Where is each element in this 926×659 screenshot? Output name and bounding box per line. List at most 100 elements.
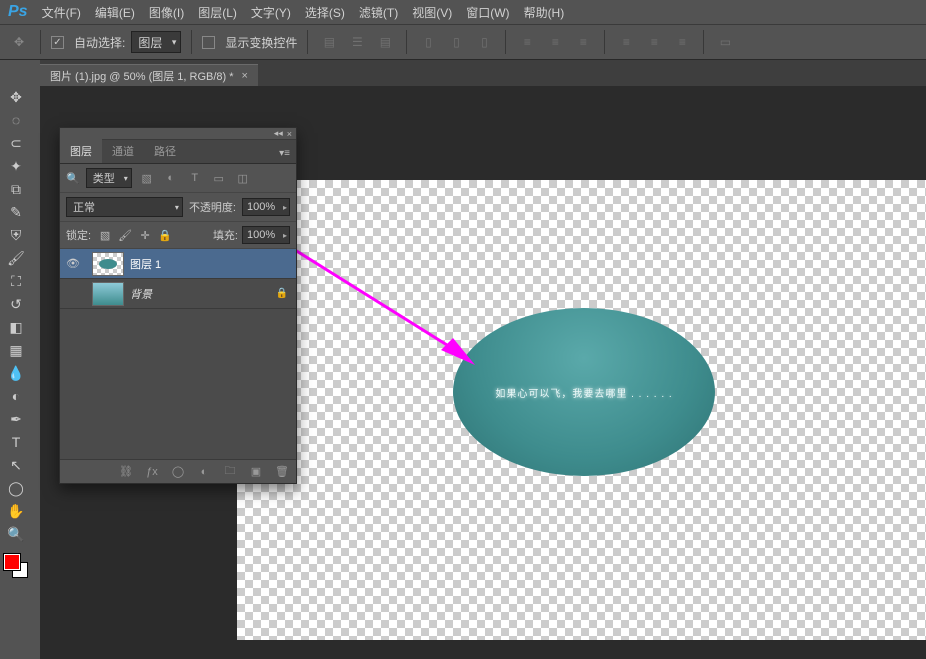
document-tab[interactable]: 图片 (1).jpg @ 50% (图层 1, RGB/8) * × bbox=[40, 64, 258, 86]
menu-file[interactable]: 文件(F) bbox=[42, 4, 81, 21]
layer-row-1[interactable]: 👁 图层 1 bbox=[60, 249, 296, 279]
brush-tool[interactable]: 🖌 bbox=[2, 247, 30, 269]
zoom-tool[interactable]: 🔍 bbox=[2, 523, 30, 545]
stamp-tool[interactable]: ⛶ bbox=[2, 270, 30, 292]
align-vmid-icon[interactable]: ☰ bbox=[346, 31, 368, 53]
layer-mask-icon[interactable]: ◯ bbox=[170, 465, 186, 478]
align-left-icon[interactable]: ▯ bbox=[417, 31, 439, 53]
show-transform-label: 显示变换控件 bbox=[225, 34, 297, 51]
close-tab-icon[interactable]: × bbox=[242, 70, 248, 82]
filter-shape-icon[interactable]: ▭ bbox=[210, 169, 228, 187]
eraser-tool[interactable]: ◧ bbox=[2, 316, 30, 338]
lock-fill-row: 锁定: ▧ 🖌 ✛ 🔒 填充: 100% bbox=[60, 222, 296, 249]
options-bar: ✥ ✓ 自动选择: 图层 显示变换控件 ▤ ☰ ▤ ▯ ▯ ▯ ≡ ≡ ≡ ≡ … bbox=[0, 24, 926, 60]
auto-select-target-select[interactable]: 图层 bbox=[131, 31, 181, 53]
lock-label: 锁定: bbox=[66, 227, 91, 243]
new-group-icon[interactable]: 🗀 bbox=[222, 462, 238, 481]
tab-channels[interactable]: 通道 bbox=[102, 139, 144, 163]
adjustment-layer-icon[interactable]: ◐ bbox=[196, 466, 212, 478]
menu-select[interactable]: 选择(S) bbox=[305, 4, 345, 21]
toolbox: ✥ ◌ ⊂ ✦ ⧉ ✎ ⛨ 🖌 ⛶ ↺ ◧ ▦ 💧 ◐ ✒ T ↖ ◯ ✋ 🔍 bbox=[0, 84, 32, 580]
filter-adjust-icon[interactable]: ◐ bbox=[162, 169, 180, 187]
fill-label: 填充: bbox=[213, 227, 238, 243]
align-right-icon[interactable]: ▯ bbox=[473, 31, 495, 53]
blend-mode-select[interactable]: 正常 bbox=[66, 197, 183, 217]
document-canvas[interactable]: 如果心可以飞，我要去哪里 . . . . . . bbox=[237, 180, 926, 640]
move-tool[interactable]: ✥ bbox=[2, 86, 30, 108]
lasso-tool[interactable]: ⊂ bbox=[2, 132, 30, 154]
show-transform-checkbox[interactable] bbox=[202, 36, 215, 49]
dodge-tool[interactable]: ◐ bbox=[2, 385, 30, 407]
dist-bottom-icon[interactable]: ≡ bbox=[572, 31, 594, 53]
filter-type-icon[interactable]: T bbox=[186, 169, 204, 187]
menu-filter[interactable]: 滤镜(T) bbox=[359, 4, 398, 21]
auto-select-checkbox[interactable]: ✓ bbox=[51, 36, 64, 49]
layers-panel[interactable]: ◂◂ × 图层 通道 路径 ▾≡ 🔍 类型 ▧ ◐ T ▭ ◫ 正常 不透明度:… bbox=[59, 127, 297, 484]
opacity-input[interactable]: 100% bbox=[242, 198, 290, 216]
layer-thumb-bg[interactable] bbox=[92, 282, 124, 306]
menu-window[interactable]: 窗口(W) bbox=[466, 4, 509, 21]
layer-row-bg[interactable]: 背景 🔒 bbox=[60, 279, 296, 309]
path-select-tool[interactable]: ↖ bbox=[2, 454, 30, 476]
pen-tool[interactable]: ✒ bbox=[2, 408, 30, 430]
new-layer-icon[interactable]: ▣ bbox=[248, 465, 264, 478]
shape-tool[interactable]: ◯ bbox=[2, 477, 30, 499]
oval-shape: 如果心可以飞，我要去哪里 . . . . . . bbox=[453, 308, 715, 476]
filter-pixel-icon[interactable]: ▧ bbox=[138, 169, 156, 187]
menu-type[interactable]: 文字(Y) bbox=[251, 4, 291, 21]
marquee-tool[interactable]: ◌ bbox=[2, 109, 30, 131]
crop-tool[interactable]: ⧉ bbox=[2, 178, 30, 200]
dist-top-icon[interactable]: ≡ bbox=[516, 31, 538, 53]
lock-paint-icon[interactable]: 🖌 bbox=[117, 227, 133, 243]
dist-left-icon[interactable]: ≡ bbox=[615, 31, 637, 53]
current-tool-icon[interactable]: ✥ bbox=[8, 31, 30, 53]
menu-bar: Ps 文件(F) 编辑(E) 图像(I) 图层(L) 文字(Y) 选择(S) 滤… bbox=[0, 0, 926, 24]
color-swatches[interactable] bbox=[2, 552, 30, 580]
foreground-color-swatch[interactable] bbox=[4, 554, 20, 570]
history-brush-tool[interactable]: ↺ bbox=[2, 293, 30, 315]
magic-wand-tool[interactable]: ✦ bbox=[2, 155, 30, 177]
layers-empty-area[interactable] bbox=[60, 309, 296, 459]
menu-view[interactable]: 视图(V) bbox=[412, 4, 452, 21]
lock-pos-icon[interactable]: ✛ bbox=[137, 227, 153, 243]
filter-smart-icon[interactable]: ◫ bbox=[234, 169, 252, 187]
align-hcenter-icon[interactable]: ▯ bbox=[445, 31, 467, 53]
tab-paths[interactable]: 路径 bbox=[144, 139, 186, 163]
layer-name-1[interactable]: 图层 1 bbox=[130, 256, 161, 272]
layer-filter-row: 🔍 类型 ▧ ◐ T ▭ ◫ bbox=[60, 164, 296, 193]
auto-select-label: 自动选择: bbox=[74, 34, 125, 51]
dist-hcenter-icon[interactable]: ≡ bbox=[643, 31, 665, 53]
filter-kind-select[interactable]: 类型 bbox=[86, 168, 132, 188]
panel-tabs: 图层 通道 路径 ▾≡ bbox=[60, 140, 296, 164]
dist-right-icon[interactable]: ≡ bbox=[671, 31, 693, 53]
layer-visibility-1[interactable]: 👁 bbox=[60, 257, 86, 270]
blur-tool[interactable]: 💧 bbox=[2, 362, 30, 384]
layer-thumb-1[interactable] bbox=[92, 252, 124, 276]
align-top-icon[interactable]: ▤ bbox=[318, 31, 340, 53]
menu-edit[interactable]: 编辑(E) bbox=[95, 4, 135, 21]
dist-vcenter-icon[interactable]: ≡ bbox=[544, 31, 566, 53]
layer-name-bg[interactable]: 背景 bbox=[130, 286, 152, 302]
document-tab-title: 图片 (1).jpg @ 50% (图层 1, RGB/8) * bbox=[50, 68, 234, 84]
tab-layers[interactable]: 图层 bbox=[60, 139, 102, 163]
menu-help[interactable]: 帮助(H) bbox=[524, 4, 565, 21]
menu-layer[interactable]: 图层(L) bbox=[198, 4, 237, 21]
link-layers-icon[interactable]: ⛓ bbox=[118, 465, 134, 478]
layer-fx-icon[interactable]: ƒx bbox=[144, 466, 160, 478]
gradient-tool[interactable]: ▦ bbox=[2, 339, 30, 361]
lock-trans-icon[interactable]: ▧ bbox=[97, 227, 113, 243]
layers-footer: ⛓ ƒx ◯ ◐ 🗀 ▣ 🗑 bbox=[60, 459, 296, 483]
panel-menu-icon[interactable]: ▾≡ bbox=[273, 144, 296, 163]
hand-tool[interactable]: ✋ bbox=[2, 500, 30, 522]
patch-tool[interactable]: ⛨ bbox=[2, 224, 30, 246]
delete-layer-icon[interactable]: 🗑 bbox=[274, 465, 290, 478]
lock-all-icon[interactable]: 🔒 bbox=[157, 227, 173, 243]
collapse-panel-icon[interactable]: ◂◂ bbox=[274, 128, 283, 139]
align-bottom-icon[interactable]: ▤ bbox=[374, 31, 396, 53]
close-panel-icon[interactable]: × bbox=[287, 129, 292, 139]
menu-image[interactable]: 图像(I) bbox=[149, 4, 184, 21]
type-tool[interactable]: T bbox=[2, 431, 30, 453]
fill-input[interactable]: 100% bbox=[242, 226, 290, 244]
eyedropper-tool[interactable]: ✎ bbox=[2, 201, 30, 223]
auto-align-icon[interactable]: ▭ bbox=[714, 31, 736, 53]
